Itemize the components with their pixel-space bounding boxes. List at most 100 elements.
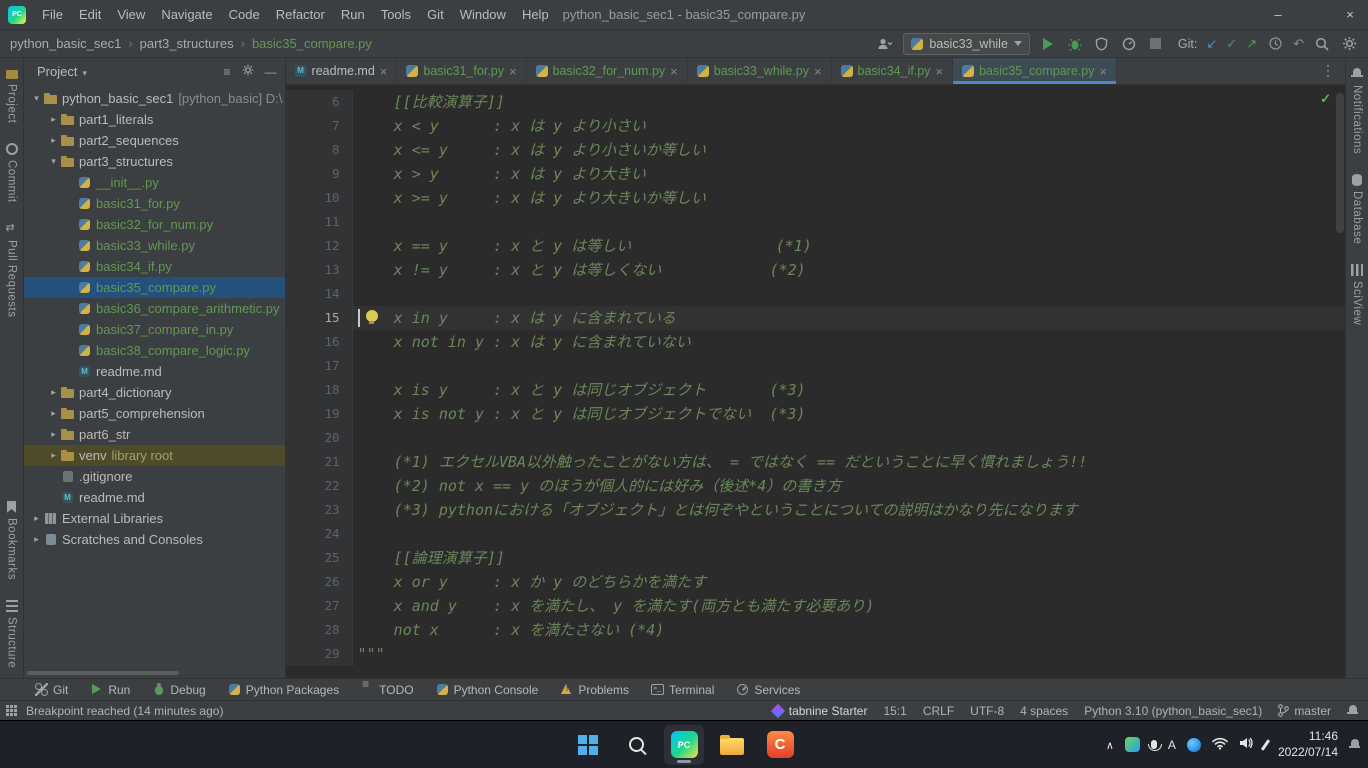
- file-encoding[interactable]: UTF-8: [970, 704, 1004, 718]
- project-tree-item[interactable]: venv library root: [24, 445, 285, 466]
- menu-item[interactable]: Tools: [373, 0, 419, 30]
- editor-line[interactable]: 22 (*2) not x == y のほうが個人的には好み（後述*4）の書き方: [286, 474, 1345, 498]
- volume-icon[interactable]: [1239, 737, 1253, 752]
- editor-line[interactable]: 16 x not in y : x は y に含まれていない: [286, 330, 1345, 354]
- tool-window-button[interactable]: Bookmarks: [6, 491, 18, 590]
- taskbar-explorer-button[interactable]: [712, 725, 752, 765]
- menu-item[interactable]: Run: [333, 0, 373, 30]
- code-text[interactable]: x <= y : x は y より小さいか等しい: [353, 138, 1345, 162]
- run-button[interactable]: [1039, 35, 1057, 53]
- expand-chevron-icon[interactable]: [47, 450, 60, 461]
- tool-window-button[interactable]: Commit: [6, 133, 18, 213]
- stop-button[interactable]: [1147, 35, 1165, 53]
- tool-window-button[interactable]: Services: [725, 679, 811, 700]
- project-tree-item[interactable]: part1_literals: [24, 109, 285, 130]
- code-text[interactable]: [353, 522, 1345, 546]
- code-text[interactable]: x not in y : x は y に含まれていない: [353, 330, 1345, 354]
- notification-center-icon[interactable]: [1349, 739, 1360, 750]
- hide-panel-icon[interactable]: —: [265, 65, 277, 79]
- user-account-icon[interactable]: [876, 35, 894, 53]
- editor-line[interactable]: 10 x >= y : x は y より大きいか等しい: [286, 186, 1345, 210]
- code-text[interactable]: """: [353, 642, 1345, 666]
- inspection-ok-icon[interactable]: [1320, 91, 1331, 107]
- git-branch-widget[interactable]: master: [1278, 704, 1331, 718]
- close-icon[interactable]: [936, 64, 944, 79]
- line-separator[interactable]: CRLF: [923, 704, 954, 718]
- line-number[interactable]: 15: [286, 306, 353, 330]
- tool-window-button[interactable]: Notifications: [1351, 58, 1363, 164]
- breadcrumb-item[interactable]: python_basic_sec1: [10, 36, 121, 51]
- taskbar-search-button[interactable]: [616, 725, 656, 765]
- editor-line[interactable]: 28 not x : x を満たさない (*4): [286, 618, 1345, 642]
- line-number[interactable]: 7: [286, 114, 353, 138]
- menu-item[interactable]: View: [109, 0, 153, 30]
- search-everywhere-icon[interactable]: [1313, 35, 1331, 53]
- expand-chevron-icon[interactable]: [47, 114, 60, 125]
- code-text[interactable]: (*3) pythonにおける「オブジェクト」とは何ぞやということについての説明…: [353, 498, 1345, 522]
- breadcrumb-item[interactable]: part3_structures: [121, 36, 233, 51]
- editor-line[interactable]: 17: [286, 354, 1345, 378]
- tool-window-button[interactable]: Structure: [6, 590, 18, 678]
- editor-line[interactable]: 14: [286, 282, 1345, 306]
- editor-line[interactable]: 12 x == y : x と y は等しい (*1): [286, 234, 1345, 258]
- line-number[interactable]: 10: [286, 186, 353, 210]
- menu-item[interactable]: Edit: [71, 0, 109, 30]
- project-tree-item[interactable]: basic37_compare_in.py: [24, 319, 285, 340]
- ime-indicator[interactable]: A: [1168, 738, 1176, 752]
- tray-app-icon[interactable]: [1125, 737, 1140, 752]
- project-tree-item[interactable]: part4_dictionary: [24, 382, 285, 403]
- editor-line[interactable]: 18 x is y : x と y は同じオブジェクト (*3): [286, 378, 1345, 402]
- taskbar-pycharm-button[interactable]: PC: [664, 725, 704, 765]
- expand-chevron-icon[interactable]: [30, 513, 43, 524]
- project-tree-item[interactable]: part6_str: [24, 424, 285, 445]
- tool-window-switcher-icon[interactable]: [6, 705, 17, 716]
- chevron-down-icon[interactable]: [77, 64, 87, 79]
- tool-window-button[interactable]: Database: [1351, 164, 1363, 254]
- line-number[interactable]: 23: [286, 498, 353, 522]
- expand-chevron-icon[interactable]: [30, 534, 43, 545]
- line-number[interactable]: 8: [286, 138, 353, 162]
- expand-chevron-icon[interactable]: [30, 93, 43, 104]
- more-tabs-icon[interactable]: [1311, 62, 1345, 80]
- menu-item[interactable]: Refactor: [268, 0, 333, 30]
- line-number[interactable]: 9: [286, 162, 353, 186]
- code-text[interactable]: [353, 282, 1345, 306]
- panel-settings-gear-icon[interactable]: [242, 64, 254, 79]
- code-text[interactable]: [353, 210, 1345, 234]
- editor-line[interactable]: 27 x and y : x を満たし、 y を満たす(両方とも満たす必要あり): [286, 594, 1345, 618]
- tool-window-button[interactable]: SciView: [1351, 254, 1363, 335]
- line-number[interactable]: 6: [286, 90, 353, 114]
- code-text[interactable]: x is y : x と y は同じオブジェクト (*3): [353, 378, 1345, 402]
- vertical-scrollbar[interactable]: [1336, 93, 1344, 233]
- line-number[interactable]: 20: [286, 426, 353, 450]
- code-text[interactable]: x is not y : x と y は同じオブジェクトでない (*3): [353, 402, 1345, 426]
- close-icon[interactable]: [509, 64, 517, 79]
- tool-window-button[interactable]: TODO: [350, 679, 424, 700]
- indent-style[interactable]: 4 spaces: [1020, 704, 1068, 718]
- tool-window-button[interactable]: Problems: [549, 679, 640, 700]
- editor-tab[interactable]: basic34_if.py: [832, 58, 954, 84]
- code-text[interactable]: x and y : x を満たし、 y を満たす(両方とも満たす必要あり): [353, 594, 1345, 618]
- breadcrumb-item[interactable]: basic35_compare.py: [234, 36, 372, 51]
- editor-line[interactable]: 21 (*1) エクセルVBA以外触ったことがない方は、 = ではなく == だ…: [286, 450, 1345, 474]
- tool-window-button[interactable]: Pull Requests: [6, 213, 18, 327]
- line-number[interactable]: 19: [286, 402, 353, 426]
- locate-file-icon[interactable]: ≡: [224, 65, 231, 79]
- code-text[interactable]: x > y : x は y より大きい: [353, 162, 1345, 186]
- project-tree-item[interactable]: basic36_compare_arithmetic.py: [24, 298, 285, 319]
- line-number[interactable]: 18: [286, 378, 353, 402]
- run-configuration-select[interactable]: basic33_while: [903, 33, 1030, 55]
- taskbar-c-app-button[interactable]: C: [760, 725, 800, 765]
- line-number[interactable]: 29: [286, 642, 353, 666]
- expand-chevron-icon[interactable]: [47, 156, 60, 167]
- editor-tab[interactable]: readme.md: [286, 58, 398, 84]
- tool-window-button[interactable]: Terminal: [640, 679, 725, 700]
- horizontal-scrollbar[interactable]: [27, 671, 179, 675]
- tray-expand-chevron-icon[interactable]: [1106, 738, 1114, 752]
- editor-line[interactable]: 29 """: [286, 642, 1345, 666]
- close-icon[interactable]: [1099, 64, 1107, 79]
- settings-gear-icon[interactable]: [1340, 35, 1358, 53]
- editor-tab[interactable]: basic33_while.py: [688, 58, 832, 84]
- menu-item[interactable]: Help: [514, 0, 557, 30]
- expand-chevron-icon[interactable]: [47, 408, 60, 419]
